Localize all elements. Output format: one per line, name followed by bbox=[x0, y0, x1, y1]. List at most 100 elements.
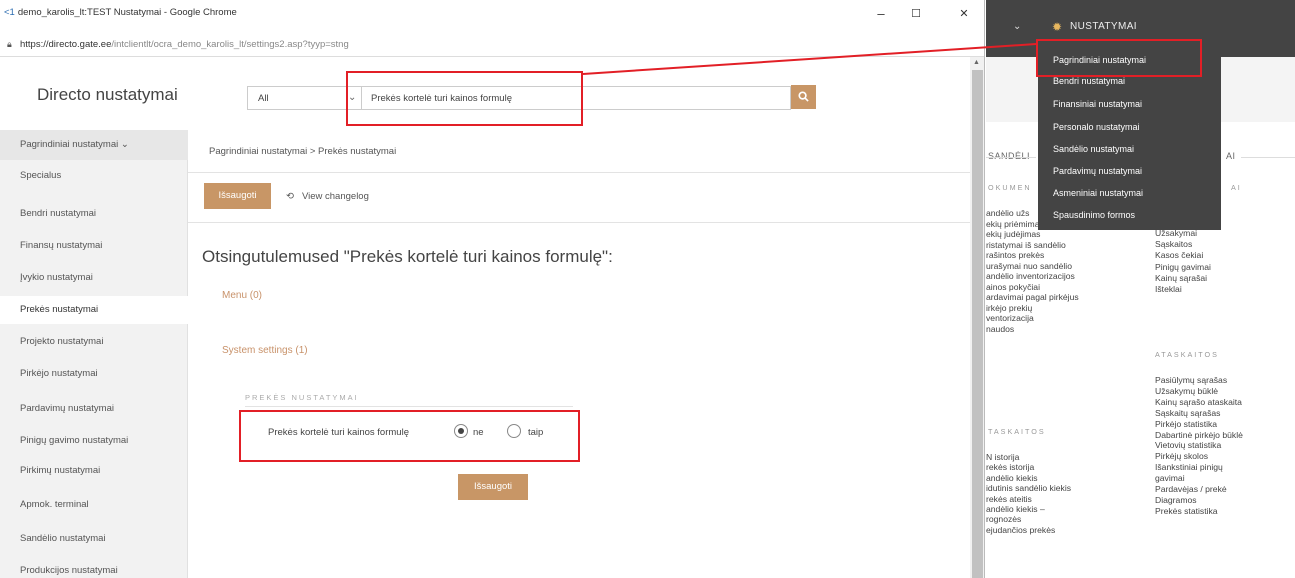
menu-link[interactable]: naudos bbox=[986, 324, 1014, 334]
menu-link[interactable]: Prekės statistika bbox=[1155, 506, 1218, 516]
scroll-up-arrow-icon[interactable]: ▲ bbox=[973, 59, 980, 66]
menu-link[interactable]: ejudančios prekės bbox=[986, 525, 1055, 535]
menu-link[interactable]: Pinigų gavimai bbox=[1155, 262, 1211, 272]
bg-heading-right: AI bbox=[1226, 151, 1236, 161]
dropdown-item-sandelio[interactable]: Sandėlio nustatymai bbox=[1053, 144, 1134, 154]
menu-link[interactable]: Diagramos bbox=[1155, 495, 1197, 505]
chevron-down-icon[interactable]: ⌄ bbox=[1013, 21, 1021, 32]
menu-link[interactable]: andėlio inventorizacijos bbox=[986, 271, 1075, 281]
section-divider bbox=[245, 406, 573, 407]
col2-subheading: AI bbox=[1231, 183, 1242, 192]
menu-link[interactable]: rognozės bbox=[986, 514, 1021, 524]
sidebar-item-finansu[interactable]: Finansų nustatymai bbox=[0, 240, 188, 251]
sidebar-item-projekto[interactable]: Projekto nustatymai bbox=[0, 336, 188, 347]
browser-window: <1 demo_karolis_lt:TEST Nustatymai - Goog… bbox=[0, 0, 985, 578]
menu-link[interactable]: ardavimai pagal pirkėjus bbox=[986, 292, 1079, 302]
settings-menu-title[interactable]: NUSTATYMAI bbox=[1070, 21, 1137, 32]
dropdown-highlight-box bbox=[1036, 39, 1202, 77]
dropdown-item-pardavimu[interactable]: Pardavimų nustatymai bbox=[1053, 166, 1142, 176]
sidebar-item-specialus[interactable]: Specialus bbox=[0, 170, 188, 181]
menu-link[interactable]: Užsakymų būklė bbox=[1155, 386, 1218, 396]
sidebar-item-pinigu-gavimo[interactable]: Pinigų gavimo nustatymai bbox=[0, 435, 188, 446]
menu-link[interactable]: irkėjo prekių bbox=[986, 303, 1032, 313]
dropdown-item-bendri[interactable]: Bendri nustatymai bbox=[1053, 76, 1125, 86]
filter-select-value: All bbox=[258, 93, 269, 104]
menu-link[interactable]: Sąskaitų sąrašas bbox=[1155, 408, 1220, 418]
window-title: demo_karolis_lt:TEST Nustatymai - Google… bbox=[17, 7, 237, 18]
menu-link[interactable]: Pirkėjo statistika bbox=[1155, 419, 1217, 429]
dropdown-item-spausdinimo[interactable]: Spausdinimo formos bbox=[1053, 210, 1135, 220]
url-text[interactable]: https://directo.gate.ee/intclientlt/ocra… bbox=[20, 39, 349, 50]
menu-link[interactable]: ainos pokyčiai bbox=[986, 282, 1040, 292]
search-icon bbox=[798, 91, 809, 102]
sidebar-item-prekes[interactable]: Prekės nustatymai bbox=[0, 296, 189, 324]
menu-link[interactable]: urašymai nuo sandėlio bbox=[986, 261, 1072, 271]
menu-link[interactable]: rašintos prekės bbox=[986, 250, 1044, 260]
window-titlebar: <1 demo_karolis_lt:TEST Nustatymai - Goog… bbox=[0, 0, 984, 33]
address-bar[interactable]: 🔒︎ https://directo.gate.ee/intclientlt/o… bbox=[0, 33, 984, 57]
sidebar-item-apmok-terminal[interactable]: Apmok. terminal bbox=[0, 499, 188, 510]
dropdown-item-asmeniniai[interactable]: Asmeniniai nustatymai bbox=[1053, 188, 1143, 198]
chevron-down-icon: ⌄ bbox=[120, 139, 129, 150]
menu-link[interactable]: andėlio kiekis bbox=[986, 473, 1038, 483]
menu-link[interactable]: rekės istorija bbox=[986, 462, 1034, 472]
sidebar-header[interactable]: Pagrindiniai nustatymai ⌄ bbox=[0, 130, 188, 160]
menu-link[interactable]: ristatymai iš sandėlio bbox=[986, 240, 1066, 250]
dropdown-item-finansiniai[interactable]: Finansiniai nustatymai bbox=[1053, 99, 1142, 109]
menu-link[interactable]: Pardavėjas / prekė bbox=[1155, 484, 1227, 494]
divider bbox=[188, 172, 970, 173]
divider bbox=[986, 157, 1036, 158]
scrollbar-thumb[interactable] bbox=[972, 70, 983, 578]
menu-link[interactable]: rekės ateitis bbox=[986, 494, 1032, 504]
chrome-tab-icon: <1 bbox=[4, 7, 15, 18]
menu-link[interactable]: Pirkėjų skolos bbox=[1155, 451, 1208, 461]
sidebar-item-ivykio[interactable]: Įvykio nustatymai bbox=[0, 272, 188, 283]
sidebar-item-bendri[interactable]: Bendri nustatymai bbox=[0, 208, 188, 219]
sidebar-item-pirkimu[interactable]: Pirkimų nustatymai bbox=[0, 465, 188, 476]
menu-link[interactable]: Sąskaitos bbox=[1155, 239, 1192, 249]
url-path: /intclientlt/ocra_demo_karolis_lt/settin… bbox=[111, 39, 349, 50]
menu-link[interactable]: andėlio kiekis – bbox=[986, 504, 1045, 514]
menu-link[interactable]: Išteklai bbox=[1155, 284, 1182, 294]
menu-link[interactable]: andėlio užs bbox=[986, 208, 1029, 218]
menu-link[interactable]: ekių judėjimas bbox=[986, 229, 1040, 239]
sidebar-item-produkcijos[interactable]: Produkcijos nustatymai bbox=[0, 565, 188, 576]
search-button[interactable] bbox=[791, 85, 816, 109]
filter-select[interactable]: All ⌄ bbox=[247, 86, 362, 110]
col1-subheading-documents: OKUMEN bbox=[988, 183, 1032, 192]
menu-results-link[interactable]: Menu (0) bbox=[222, 290, 262, 301]
divider bbox=[188, 222, 970, 223]
menu-link[interactable]: Kainų sąrašai bbox=[1155, 273, 1207, 283]
menu-link[interactable]: Kainų sąrašo ataskaita bbox=[1155, 397, 1242, 407]
setting-highlight-box bbox=[239, 410, 580, 462]
menu-link[interactable]: Vietovių statistika bbox=[1155, 440, 1221, 450]
view-changelog-link[interactable]: ⟲ View changelog bbox=[286, 191, 369, 202]
col1-subheading-reports: TASKAITOS bbox=[988, 427, 1046, 436]
page-title: Directo nustatymai bbox=[37, 85, 178, 104]
menu-link[interactable]: Pasiūlymų sąrašas bbox=[1155, 375, 1227, 385]
section-title: PREKĖS NUSTATYMAI bbox=[245, 393, 359, 402]
minimize-button[interactable]: – bbox=[869, 6, 893, 22]
url-host: https://directo.gate.ee bbox=[20, 39, 112, 50]
sidebar: Pagrindiniai nustatymai ⌄ Specialus Bend… bbox=[0, 130, 189, 578]
menu-link[interactable]: ekių priėmimai bbox=[986, 219, 1041, 229]
menu-link[interactable]: Kasos čekiai bbox=[1155, 250, 1203, 260]
menu-link[interactable]: idutinis sandėlio kiekis bbox=[986, 483, 1071, 493]
close-button[interactable]: ✕ bbox=[952, 6, 976, 22]
lock-icon: 🔒︎ bbox=[7, 39, 12, 49]
search-highlight-box bbox=[346, 71, 583, 126]
menu-link[interactable]: ventorizacija bbox=[986, 313, 1034, 323]
dropdown-item-personalo[interactable]: Personalo nustatymai bbox=[1053, 122, 1140, 132]
menu-link[interactable]: N istorija bbox=[986, 452, 1019, 462]
sidebar-item-pardavimu[interactable]: Pardavimų nustatymai bbox=[0, 403, 188, 414]
save-button-bottom[interactable]: Išsaugoti bbox=[458, 474, 528, 500]
menu-link[interactable]: Dabartinė pirkėjo būklė bbox=[1155, 430, 1243, 440]
menu-link[interactable]: gavimai bbox=[1155, 473, 1185, 483]
menu-link[interactable]: Išankstiniai pinigų bbox=[1155, 462, 1223, 472]
system-settings-link[interactable]: System settings (1) bbox=[222, 345, 308, 356]
sidebar-item-pirkejo[interactable]: Pirkėjo nustatymai bbox=[0, 368, 188, 379]
breadcrumb: Pagrindiniai nustatymai > Prekės nustaty… bbox=[209, 146, 397, 157]
save-button-top[interactable]: Išsaugoti bbox=[204, 183, 271, 209]
sidebar-item-sandelio[interactable]: Sandėlio nustatymai bbox=[0, 533, 188, 544]
maximize-button[interactable]: ☐ bbox=[904, 6, 928, 22]
